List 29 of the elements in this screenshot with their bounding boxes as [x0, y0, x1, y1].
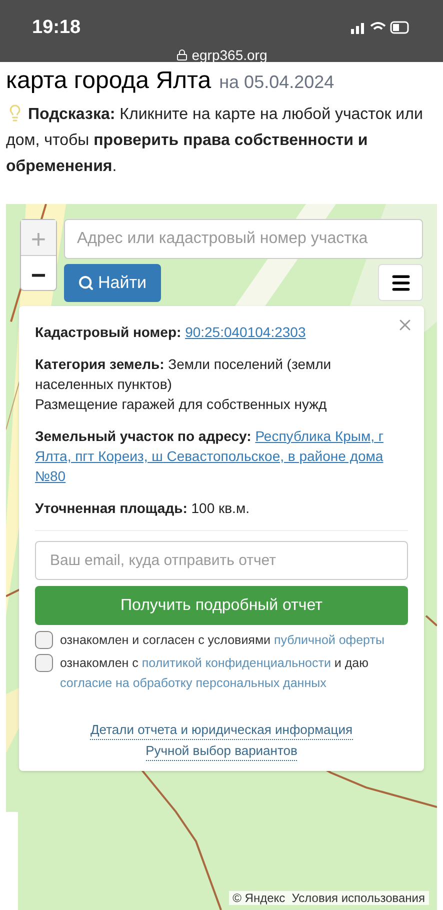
- agreement-link[interactable]: публичной оферты: [274, 633, 384, 647]
- menu-button[interactable]: [378, 264, 423, 301]
- field-text: Земельный участок по адресу: Республика Крым, г Ялта, пгт Кореиз, ш Севастопольское, в районе дома №80: [35, 427, 384, 486]
- info-link[interactable]: Детали отчета и юридическая информация: [90, 721, 353, 740]
- site-url[interactable]: egrp365.org: [192, 44, 268, 66]
- page-title: карта города Ялта: [6, 66, 212, 96]
- find-button[interactable]: Найти: [64, 264, 161, 302]
- field-text: Кадастровый номер: 90:25:040104:2303: [35, 323, 307, 342]
- field-text: Категория земель: Земли поселений (земли населенных пунктов): [35, 355, 332, 394]
- field-text: Уточненная площадь: 100 кв.м.: [35, 499, 250, 518]
- agreement-text: ознакомлен с политикой конфиденциальности и даю согласие на обработку персональных данных: [60, 655, 370, 692]
- agreement-link[interactable]: согласие на обработку персональных данных: [60, 676, 326, 690]
- status-icons: [351, 20, 411, 36]
- status-time: 19:18: [32, 16, 81, 40]
- agreement-checkbox[interactable]: [35, 654, 53, 672]
- hint-text: Подсказка: Кликните на карте на любой участок или дом, чтобы проверить права собственности и обременения.: [6, 103, 424, 177]
- info-link[interactable]: Ручной выбор вариантов: [146, 742, 298, 761]
- agreement-text: ознакомлен и согласен с условиями публичной оферты: [60, 632, 384, 649]
- lock-icon: [176, 49, 188, 61]
- submit-button[interactable]: Получить подробный отчет: [35, 586, 408, 625]
- search-field[interactable]: Адрес или кадастровый номер участка: [64, 219, 423, 259]
- map-attribution[interactable]: © Яндекс Условия использования: [228, 891, 429, 905]
- search-icon: [78, 275, 94, 291]
- page-date: на 05.04.2024: [219, 71, 334, 94]
- zoom-out-button[interactable]: −: [21, 256, 56, 291]
- field-note: Размещение гаражей для собственных нужд: [35, 395, 328, 414]
- agreement-checkbox[interactable]: [35, 631, 53, 649]
- email-field[interactable]: Ваш email, куда отправить отчет: [35, 541, 408, 580]
- agreement-link[interactable]: политикой конфиденциальности: [142, 656, 331, 670]
